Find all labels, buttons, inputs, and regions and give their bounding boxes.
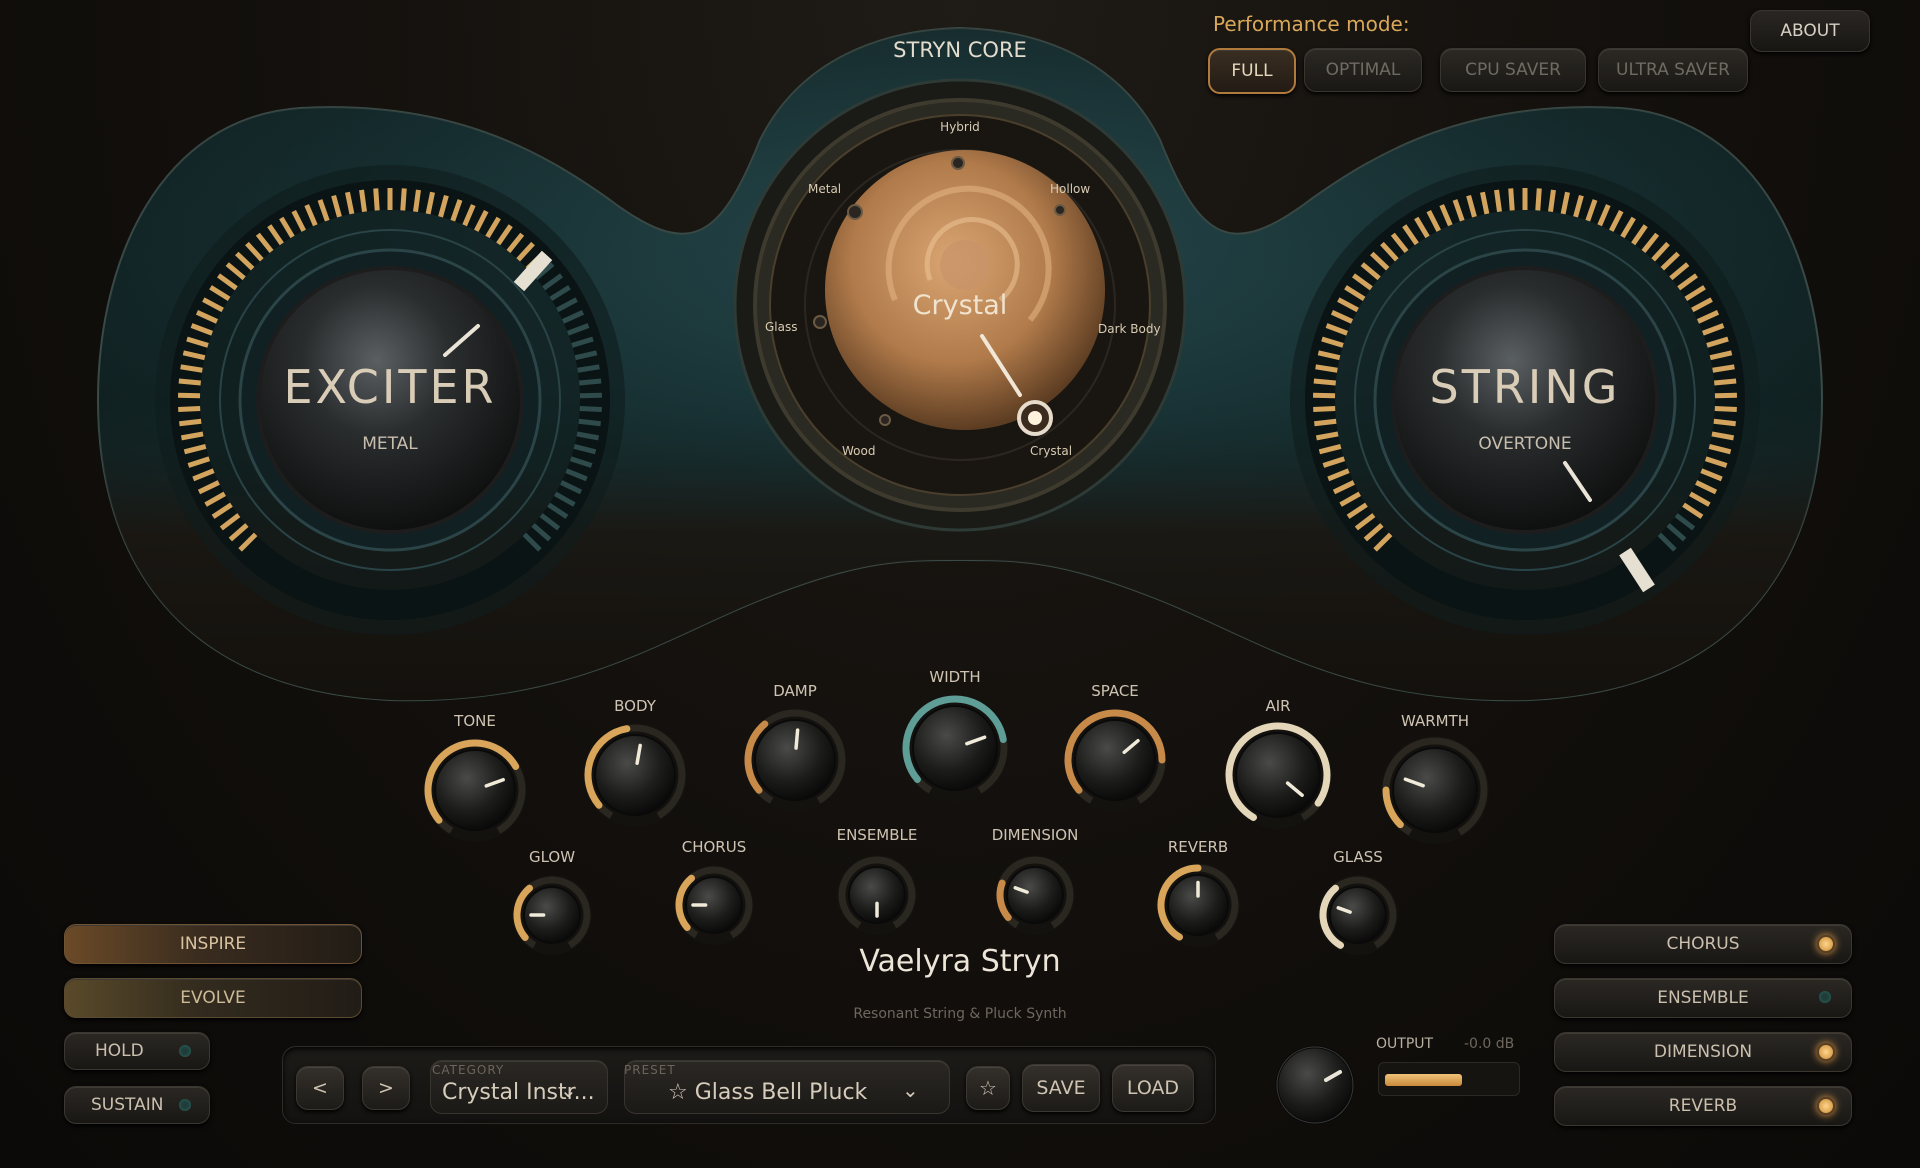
body-knob[interactable]	[583, 723, 687, 827]
reverb-fx-led	[1817, 1097, 1835, 1115]
exciter-type: METAL	[362, 434, 418, 454]
core-point-hybrid[interactable]: Hybrid	[910, 120, 1010, 134]
core-point-dark-body[interactable]: Dark Body	[1098, 322, 1178, 336]
category-label: CATEGORY	[432, 1063, 505, 1077]
width-knob[interactable]	[901, 694, 1009, 802]
exciter-title: EXCITER	[283, 360, 497, 414]
dimension-knob-label: DIMENSION	[991, 826, 1079, 844]
damp-knob-label: DAMP	[773, 682, 817, 700]
air-knob[interactable]	[1224, 721, 1332, 829]
favorite-star-icon[interactable]: ☆	[966, 1066, 1010, 1110]
mode-cpu-saver-button[interactable]: CPU SAVER	[1440, 48, 1586, 92]
warmth-knob-label: WARMTH	[1400, 712, 1470, 730]
save-button[interactable]: SAVE	[1022, 1064, 1100, 1112]
glow-knob[interactable]	[512, 875, 592, 955]
glass-knob[interactable]	[1318, 875, 1398, 955]
mode-ultra-saver-button[interactable]: ULTRA SAVER	[1598, 48, 1748, 92]
category-chevron-icon: ⌄	[560, 1078, 577, 1102]
tone-knob[interactable]	[423, 738, 527, 842]
dimension-knob[interactable]	[995, 855, 1075, 935]
preset-value: ☆ Glass Bell Pluck	[668, 1080, 868, 1105]
hold-led	[179, 1045, 191, 1057]
evolve-button[interactable]: EVOLVE	[64, 978, 362, 1018]
chorus-knob-label: CHORUS	[681, 838, 747, 856]
sustain-label: SUSTAIN	[91, 1095, 164, 1115]
core-point-crystal[interactable]: Crystal	[1030, 444, 1110, 458]
string-type: OVERTONE	[1478, 434, 1572, 454]
chorus-fx-led	[1817, 935, 1835, 953]
ensemble-fx-label: ENSEMBLE	[1657, 988, 1749, 1008]
ensemble-knob[interactable]	[837, 855, 917, 935]
chorus-knob[interactable]	[674, 865, 754, 945]
plugin-window: { "performance": { "title": "Performance…	[0, 0, 1920, 1168]
output-label: OUTPUT	[1376, 1036, 1434, 1052]
inspire-button[interactable]: INSPIRE	[64, 924, 362, 964]
load-button[interactable]: LOAD	[1112, 1064, 1194, 1112]
output-knob[interactable]	[1270, 1040, 1360, 1130]
reverb-fx-button[interactable]: REVERB	[1554, 1086, 1852, 1126]
width-knob-label: WIDTH	[929, 668, 981, 686]
ensemble-fx-button[interactable]: ENSEMBLE	[1554, 978, 1852, 1018]
damp-knob[interactable]	[743, 708, 847, 812]
string-title: STRING	[1429, 360, 1621, 414]
space-knob[interactable]	[1063, 708, 1167, 812]
next-preset-button[interactable]: >	[362, 1066, 410, 1110]
mode-optimal-button[interactable]: OPTIMAL	[1304, 48, 1422, 92]
core-point-hollow[interactable]: Hollow	[1050, 182, 1130, 196]
body-knob-label: BODY	[614, 697, 656, 715]
product-subtitle: Resonant String & Pluck Synth	[853, 1006, 1067, 1022]
dimension-fx-label: DIMENSION	[1653, 1042, 1753, 1062]
dimension-fx-led	[1817, 1043, 1835, 1061]
hold-label: HOLD	[95, 1041, 144, 1061]
chorus-fx-button[interactable]: CHORUS	[1554, 924, 1852, 964]
dimension-fx-button[interactable]: DIMENSION	[1554, 1032, 1852, 1072]
ensemble-knob-label: ENSEMBLE	[836, 826, 918, 844]
core-current: Crystal	[912, 290, 1008, 321]
sustain-led	[179, 1099, 191, 1111]
preset-label: PRESET	[624, 1063, 676, 1077]
warmth-knob[interactable]	[1381, 736, 1489, 844]
hold-button[interactable]: HOLD	[64, 1032, 210, 1070]
air-knob-label: AIR	[1265, 697, 1291, 715]
preset-chevron-icon: ⌄	[902, 1078, 919, 1102]
reverb-knob-label: REVERB	[1167, 838, 1229, 856]
output-meter-fill	[1385, 1074, 1462, 1086]
reverb-knob[interactable]	[1156, 863, 1240, 947]
glow-knob-label: GLOW	[528, 848, 576, 866]
performance-mode-label: Performance mode:	[1213, 12, 1410, 36]
space-knob-label: SPACE	[1091, 682, 1139, 700]
glass-knob-label: GLASS	[1333, 848, 1383, 866]
mode-full-button[interactable]: FULL	[1208, 48, 1296, 94]
chorus-fx-label: CHORUS	[1666, 934, 1740, 954]
prev-preset-button[interactable]: <	[296, 1066, 344, 1110]
core-title: STRYN CORE	[893, 38, 1027, 62]
core-point-metal[interactable]: Metal	[808, 182, 868, 196]
core-point-glass[interactable]: Glass	[765, 320, 825, 334]
product-name: Vaelyra Stryn	[859, 944, 1061, 979]
reverb-fx-label: REVERB	[1668, 1096, 1738, 1116]
output-meter	[1378, 1062, 1520, 1096]
tone-knob-label: TONE	[454, 712, 496, 730]
core-point-wood[interactable]: Wood	[842, 444, 922, 458]
sustain-button[interactable]: SUSTAIN	[64, 1086, 210, 1124]
ensemble-fx-led	[1819, 991, 1831, 1003]
output-db-value: -0.0 dB	[1464, 1036, 1515, 1052]
about-button[interactable]: ABOUT	[1750, 10, 1870, 52]
